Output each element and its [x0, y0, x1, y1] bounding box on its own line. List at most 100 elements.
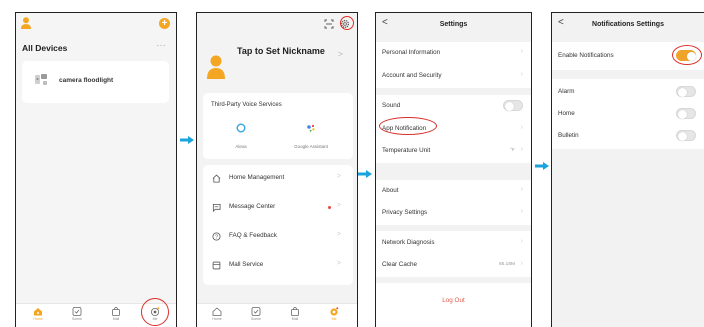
tab-mall-label: Mall	[112, 317, 120, 321]
chevron-right-icon: ›	[520, 208, 523, 215]
row-label: Network Diagnosis	[382, 239, 435, 246]
highlight-enable-toggle	[672, 45, 702, 65]
menu-home-management-label: Home Management	[229, 174, 285, 181]
scan-icon[interactable]	[324, 19, 334, 29]
tab-home[interactable]: Home	[205, 307, 229, 321]
menu-faq-feedback-label: FAQ & Feedback	[229, 232, 277, 239]
mall-service-icon	[212, 261, 221, 270]
alarm-toggle[interactable]	[676, 86, 696, 97]
chevron-right-icon: ›	[520, 260, 523, 267]
alexa-label: Alexa	[235, 144, 247, 149]
chevron-right-icon: ›	[520, 124, 523, 131]
toggle-knob	[678, 131, 687, 141]
settings-screen: < Settings Personal Information › Accoun…	[375, 12, 532, 327]
chevron-right-icon: ›	[520, 186, 523, 193]
row-bulletin: Bulletin	[552, 125, 704, 147]
tab-me[interactable]: Me	[322, 307, 346, 321]
tab-me-label: Me	[331, 317, 337, 321]
mall-icon	[112, 307, 120, 316]
row-label: Sound	[382, 102, 401, 109]
google-assistant-label: Google Assistant	[294, 144, 328, 149]
toggle-knob	[678, 109, 687, 119]
highlight-settings-icon	[340, 16, 354, 30]
row-home: Home	[552, 103, 704, 125]
row-temperature-unit[interactable]: Temperature Unit °F ›	[376, 140, 531, 162]
user-avatar-icon[interactable]	[21, 17, 31, 29]
temperature-value: °F	[510, 148, 515, 153]
mall-icon	[291, 307, 299, 316]
settings-nav-bar: < Settings	[376, 13, 531, 37]
alexa-service[interactable]: Alexa	[213, 120, 269, 149]
logout-group: Log Out	[376, 283, 531, 327]
scene-icon	[72, 307, 82, 316]
google-assistant-service[interactable]: Google Assistant	[283, 120, 339, 149]
settings-group-account: Personal Information › Account and Secur…	[376, 42, 531, 88]
flow-arrow-icon	[358, 170, 372, 178]
house-icon	[212, 174, 221, 183]
tab-scene-label: Scene	[251, 317, 261, 321]
row-clear-cache[interactable]: Clear Cache 65.18M ›	[376, 254, 531, 276]
home-toggle[interactable]	[676, 108, 696, 119]
menu-faq-feedback[interactable]: ? FAQ & Feedback >	[203, 223, 353, 251]
device-card[interactable]: camera floodlight	[22, 61, 169, 103]
message-icon	[212, 203, 221, 212]
menu-message-center[interactable]: Message Center >	[203, 194, 353, 222]
add-device-button[interactable]: +	[159, 18, 170, 29]
tab-scene-label: Scene	[72, 317, 82, 321]
tab-home[interactable]: Home	[26, 307, 50, 321]
menu-home-management[interactable]: Home Management >	[203, 165, 353, 193]
menu-mall-service[interactable]: Mall Service >	[203, 252, 353, 280]
chevron-right-icon: >	[336, 231, 341, 238]
flow-arrow-icon	[535, 162, 549, 170]
tab-bar: Home Scene Mall Me	[197, 303, 357, 327]
row-label: Enable Notifications	[558, 52, 614, 59]
toggle-knob	[505, 101, 514, 111]
settings-group-about: About › Privacy Settings ›	[376, 180, 531, 225]
profile-avatar-icon[interactable]	[207, 55, 225, 79]
row-label: Alarm	[558, 88, 575, 95]
page-title: Settings	[439, 21, 468, 28]
chevron-right-icon: >	[336, 173, 341, 180]
settings-group-tools: Network Diagnosis › Clear Cache 65.18M ›	[376, 231, 531, 277]
notifications-nav-bar: < Notifications Settings	[552, 13, 704, 37]
menu-message-center-label: Message Center	[229, 203, 276, 210]
me-menu-card: Home Management > Message Center > ? FAQ…	[203, 165, 353, 285]
tab-mall[interactable]: Mall	[104, 307, 128, 321]
chevron-right-icon: ›	[520, 146, 523, 153]
chevron-right-icon: ›	[520, 238, 523, 245]
row-about[interactable]: About ›	[376, 180, 531, 202]
home-top-bar: +	[16, 13, 176, 37]
chevron-right-icon: >	[337, 49, 343, 59]
row-privacy-settings[interactable]: Privacy Settings ›	[376, 202, 531, 224]
row-label: Personal Information	[382, 49, 441, 56]
row-label: Clear Cache	[382, 261, 417, 268]
highlight-me-tab	[141, 298, 169, 326]
tab-mall-label: Mall	[291, 317, 299, 321]
notifications-types-group: Alarm Home Bulletin	[552, 79, 704, 149]
home-screen: + All Devices ··· camera floodlight Home…	[15, 12, 177, 327]
page-title: Notifications Settings	[592, 21, 664, 28]
bulletin-toggle[interactable]	[676, 130, 696, 141]
sound-toggle[interactable]	[503, 100, 523, 111]
row-label: Bulletin	[558, 132, 579, 139]
scene-icon	[251, 307, 261, 316]
row-label: About	[382, 187, 399, 194]
more-options-icon[interactable]: ···	[157, 41, 167, 50]
row-network-diagnosis[interactable]: Network Diagnosis ›	[376, 232, 531, 254]
nickname-label[interactable]: Tap to Set Nickname	[237, 46, 325, 56]
logout-button[interactable]: Log Out	[376, 297, 531, 304]
help-icon: ?	[212, 232, 221, 241]
home-icon	[34, 308, 42, 316]
tab-scene[interactable]: Scene	[244, 307, 268, 321]
flow-arrow-icon	[180, 136, 194, 144]
chevron-right-icon: >	[336, 260, 341, 267]
notifications-settings-screen: < Notifications Settings Enable Notifica…	[551, 12, 704, 327]
home-icon	[212, 307, 222, 316]
tab-mall[interactable]: Mall	[283, 307, 307, 321]
voice-services-title: Third-Party Voice Services	[211, 102, 282, 108]
row-personal-information[interactable]: Personal Information ›	[376, 42, 531, 64]
row-account-security[interactable]: Account and Security ›	[376, 65, 531, 87]
me-screen: Tap to Set Nickname > Third-Party Voice …	[196, 12, 358, 327]
cache-size-value: 65.18M	[499, 262, 515, 267]
tab-scene[interactable]: Scene	[65, 307, 89, 321]
